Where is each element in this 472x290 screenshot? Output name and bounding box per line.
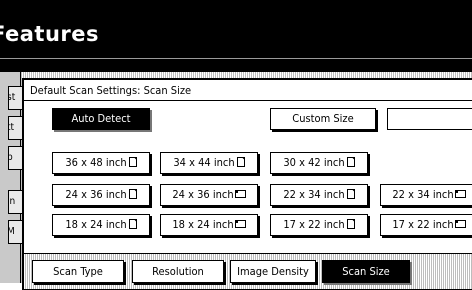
portrait-orientation-icon — [346, 219, 355, 229]
portrait-orientation-icon — [128, 219, 137, 229]
tab-image-density[interactable]: Image Density — [230, 260, 316, 283]
paper-size-button[interactable]: 24 x 36 inch — [52, 184, 150, 206]
paper-size-button[interactable]: 22 x 34 inch — [380, 184, 472, 206]
paper-size-label: 18 x 24 inch — [65, 218, 127, 231]
landscape-orientation-icon — [234, 220, 246, 228]
paper-size-button[interactable]: 17 x 22 inch — [380, 214, 472, 236]
side-tab-strip: st tt p in M — [0, 72, 24, 283]
portrait-orientation-icon — [236, 157, 245, 167]
paper-size-button[interactable]: 24 x 36 inch — [160, 184, 258, 206]
custom-size-field[interactable] — [387, 108, 472, 130]
portrait-orientation-icon — [128, 157, 137, 167]
paper-size-label: 17 x 22 inch — [283, 218, 345, 231]
paper-size-label: 18 x 24 inch — [172, 218, 234, 231]
portrait-orientation-icon — [346, 157, 355, 167]
tab-scan-type[interactable]: Scan Type — [32, 260, 124, 283]
paper-size-label: 17 x 22 inch — [392, 218, 454, 231]
paper-size-button[interactable]: 18 x 24 inch — [52, 214, 150, 236]
paper-size-button[interactable]: 30 x 42 inch — [270, 152, 368, 174]
paper-size-label: 36 x 48 inch — [65, 156, 127, 169]
tab-resolution[interactable]: Resolution — [132, 260, 224, 283]
scan-size-dialog: Default Scan Settings: Scan Size Auto De… — [22, 78, 472, 290]
dialog-title-divider — [24, 100, 472, 101]
paper-size-label: 22 x 34 inch — [283, 188, 345, 201]
paper-size-button[interactable]: 17 x 22 inch — [270, 214, 368, 236]
dialog-title: Default Scan Settings: Scan Size — [30, 84, 192, 97]
paper-size-label: 22 x 34 inch — [392, 188, 454, 201]
page-title: Features — [0, 22, 99, 46]
custom-size-button[interactable]: Custom Size — [270, 108, 376, 130]
landscape-orientation-icon — [234, 190, 246, 198]
paper-size-label: 30 x 42 inch — [283, 156, 345, 169]
tab-scan-size[interactable]: Scan Size — [322, 260, 410, 283]
paper-size-button[interactable]: 36 x 48 inch — [52, 152, 150, 174]
settings-tab-bar: Scan Type Resolution Image Density Scan … — [24, 253, 472, 289]
paper-size-label: 24 x 36 inch — [65, 188, 127, 201]
portrait-orientation-icon — [346, 189, 355, 199]
paper-size-button[interactable]: 34 x 44 inch — [160, 152, 258, 174]
landscape-orientation-icon — [454, 190, 466, 198]
auto-detect-button[interactable]: Auto Detect — [52, 108, 150, 130]
paper-size-label: 24 x 36 inch — [172, 188, 234, 201]
portrait-orientation-icon — [128, 189, 137, 199]
landscape-orientation-icon — [454, 220, 466, 228]
title-divider — [0, 58, 472, 59]
paper-size-button[interactable]: 18 x 24 inch — [160, 214, 258, 236]
paper-size-button[interactable]: 22 x 34 inch — [270, 184, 368, 206]
paper-size-label: 34 x 44 inch — [173, 156, 235, 169]
